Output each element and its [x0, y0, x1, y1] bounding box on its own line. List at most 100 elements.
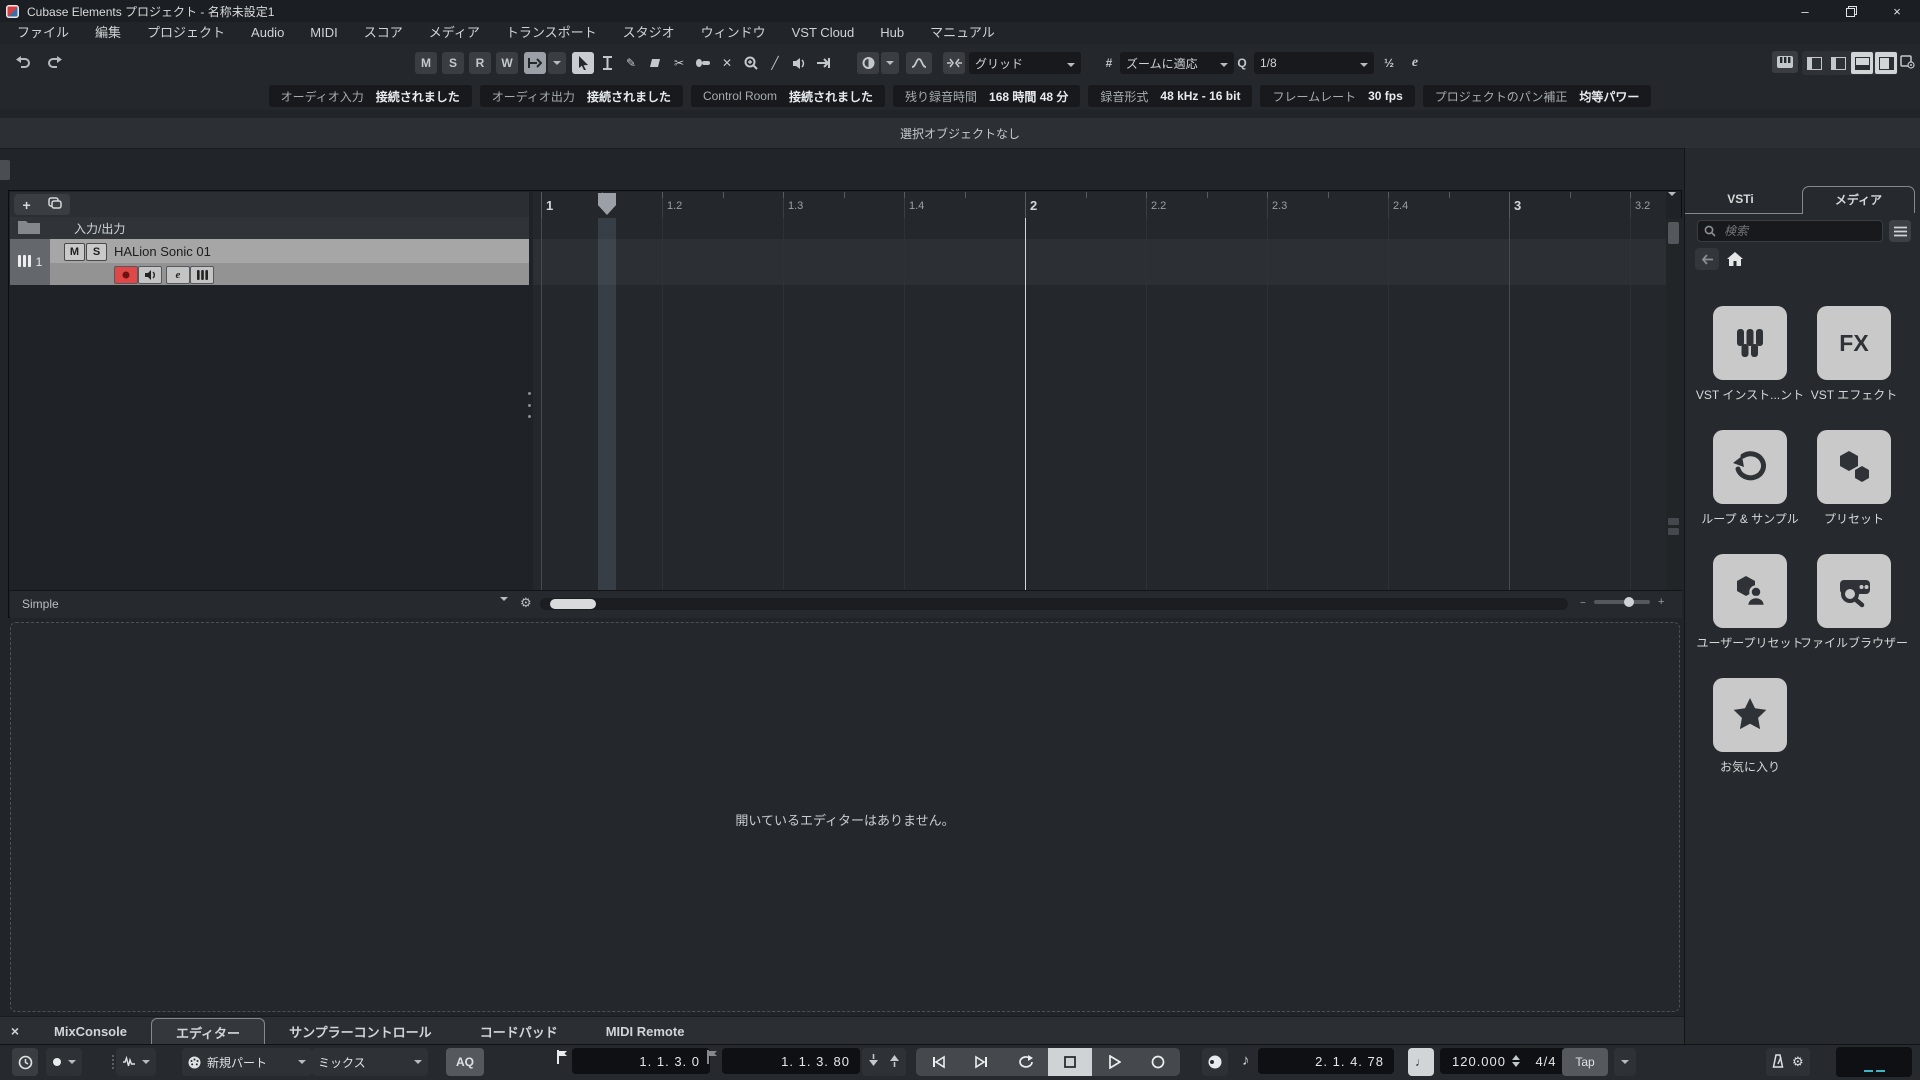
zoom-slider-knob[interactable]	[1624, 597, 1634, 607]
tab-MixConsole[interactable]: MixConsole	[30, 1017, 151, 1045]
record-enable-button[interactable]	[114, 266, 138, 284]
automation-R-button[interactable]: R	[469, 52, 491, 74]
tempo-display[interactable]: 120.000	[1440, 1048, 1530, 1074]
shuttle-button[interactable]	[1202, 1048, 1228, 1076]
menu-プロジェクト[interactable]: プロジェクト	[134, 22, 238, 44]
left-locator-time[interactable]: 1. 1. 3. 0	[572, 1048, 710, 1074]
autoscroll-button[interactable]	[524, 52, 546, 74]
right-locator-time[interactable]: 1. 1. 3. 80	[722, 1048, 860, 1074]
automation-M-button[interactable]: M	[415, 52, 437, 74]
footer-gear-icon[interactable]: ⚙	[520, 595, 532, 611]
minimize-button[interactable]: –	[1782, 0, 1828, 22]
quantize-panel-button[interactable]: e	[1404, 52, 1426, 74]
add-track-button[interactable]: +	[22, 197, 30, 213]
solo-button[interactable]: S	[86, 243, 107, 261]
menu-MIDI[interactable]: MIDI	[297, 22, 350, 44]
menu-スタジオ[interactable]: スタジオ	[610, 22, 688, 44]
snap-button[interactable]	[943, 52, 965, 74]
media-home-button[interactable]	[1723, 248, 1747, 270]
right-locator-flag-icon[interactable]	[706, 1050, 718, 1067]
menu-編集[interactable]: 編集	[82, 22, 134, 44]
monitor-button[interactable]	[138, 266, 162, 284]
menu-Audio[interactable]: Audio	[238, 22, 297, 44]
left-zone-toggle[interactable]	[1803, 52, 1825, 74]
menu-スコア[interactable]: スコア	[351, 22, 416, 44]
mute-tool[interactable]: ✕	[716, 52, 738, 74]
zoom-tool[interactable]	[740, 52, 762, 74]
ruler-options-dropdown[interactable]	[1668, 192, 1676, 214]
metronome-button[interactable]	[1772, 1053, 1784, 1071]
mute-button[interactable]: M	[64, 243, 85, 261]
tempo-track-button[interactable]: ♩	[1408, 1048, 1434, 1076]
media-tile-hexagons[interactable]	[1817, 430, 1891, 504]
tempo-mode-dropdown[interactable]	[1614, 1048, 1636, 1076]
tab-vsti[interactable]: VSTi	[1685, 186, 1796, 213]
line-tool[interactable]: ╱	[764, 52, 786, 74]
media-tile-loop[interactable]	[1713, 430, 1787, 504]
midi-record-mode-select[interactable]: 新規パート	[182, 1048, 312, 1076]
vertical-scroll-thumb[interactable]	[1668, 222, 1679, 244]
vertical-scrollbar[interactable]	[1666, 218, 1682, 590]
performance-meter[interactable]	[1836, 1047, 1912, 1077]
track-name[interactable]: HALion Sonic 01	[114, 244, 211, 259]
media-tile-star[interactable]	[1713, 678, 1787, 752]
zone-divider-handle[interactable]	[526, 392, 533, 418]
metronome-setup-gear-icon[interactable]: ⚙	[1792, 1054, 1804, 1070]
media-tile-file-browser[interactable]	[1817, 554, 1891, 628]
edit-channel-button[interactable]: e	[166, 266, 190, 284]
menu-トランスポート[interactable]: トランスポート	[493, 22, 610, 44]
punch-in-button[interactable]	[868, 1054, 879, 1070]
vzoom-preset-1[interactable]	[1668, 518, 1679, 525]
range-selection-tool[interactable]	[596, 52, 618, 74]
tab-media[interactable]: メディア	[1802, 186, 1915, 213]
auto-quantize-button[interactable]: AQ	[446, 1048, 484, 1076]
menu-Hub[interactable]: Hub	[867, 22, 917, 44]
tempo-stepper[interactable]	[1512, 1051, 1520, 1071]
zoom-out-icon[interactable]: −	[1580, 598, 1586, 609]
color-menu-dropdown[interactable]	[881, 52, 899, 74]
color-menu-button[interactable]	[857, 52, 879, 74]
left-divider-handle[interactable]	[0, 160, 10, 180]
grid-type-select[interactable]: ズームに適応	[1120, 52, 1234, 74]
undo-icon[interactable]	[12, 52, 34, 74]
track-visibility-preset[interactable]: Simple	[22, 597, 59, 611]
onscreen-keyboard-button[interactable]	[1772, 51, 1798, 73]
tab-MIDI Remote[interactable]: MIDI Remote	[582, 1017, 709, 1045]
search-input[interactable]	[1722, 223, 1856, 239]
midi-mix-mode-select[interactable]: ミックス	[312, 1048, 428, 1076]
tab-エディター[interactable]: エディター	[150, 1018, 266, 1045]
setup-toolbar-button[interactable]	[1896, 51, 1918, 73]
media-back-button[interactable]	[1695, 248, 1719, 270]
go-to-end-button[interactable]	[960, 1048, 1004, 1076]
vzoom-preset-2[interactable]	[1668, 528, 1679, 535]
menu-マニュアル[interactable]: マニュアル	[917, 22, 1008, 44]
snap-type-select[interactable]: グリッド	[969, 52, 1081, 74]
redo-icon[interactable]	[44, 52, 66, 74]
quantize-select[interactable]: 1/8	[1254, 52, 1374, 74]
media-tile-piano[interactable]	[1713, 306, 1787, 380]
timeline-ruler[interactable]: 1 1.2 1.3 1.4 2 2.2 2.3 2.4 3 3.2	[533, 192, 1666, 219]
io-folder-row[interactable]: 入力/出力	[10, 217, 529, 240]
media-tile-fx[interactable]: FX	[1817, 306, 1891, 380]
go-to-start-button[interactable]	[916, 1048, 960, 1076]
event-display[interactable]	[533, 218, 1666, 590]
menu-メディア[interactable]: メディア	[416, 22, 493, 44]
object-selection-tool[interactable]	[572, 52, 594, 74]
media-search-box[interactable]	[1697, 220, 1883, 242]
tab-コードパッド[interactable]: コードパッド	[456, 1017, 582, 1045]
split-tool[interactable]: ✂	[668, 52, 690, 74]
secondary-time-display[interactable]: 2. 1. 4. 78	[1258, 1048, 1394, 1074]
edit-instrument-button[interactable]	[190, 266, 214, 284]
record-button[interactable]	[1136, 1048, 1180, 1076]
autoscroll-options-dropdown[interactable]	[548, 52, 566, 74]
iterative-quantize-button[interactable]: ½	[1378, 52, 1400, 74]
menu-VST Cloud[interactable]: VST Cloud	[779, 22, 868, 44]
footer-dropdown[interactable]	[500, 597, 508, 619]
punch-out-button[interactable]	[889, 1054, 900, 1070]
restore-button[interactable]	[1828, 0, 1874, 22]
eraser-tool[interactable]	[644, 52, 666, 74]
tab-サンプラーコントロール[interactable]: サンプラーコントロール	[265, 1017, 456, 1045]
menu-ウィンドウ[interactable]: ウィンドウ	[688, 22, 779, 44]
play-button[interactable]	[1092, 1048, 1136, 1076]
zoom-slider[interactable]	[1594, 597, 1650, 607]
